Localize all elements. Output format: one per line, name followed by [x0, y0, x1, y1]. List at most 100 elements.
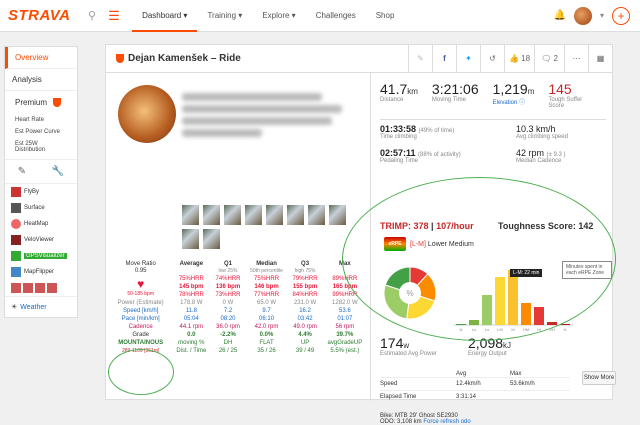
show-more-button[interactable]: Show More	[582, 371, 616, 385]
moving-label: UP	[300, 340, 310, 346]
sidebar-premium[interactable]: Premium	[5, 91, 77, 114]
gps-icon	[11, 251, 21, 261]
photo-thumbnail[interactable]	[308, 205, 325, 225]
ext-mapflipper[interactable]: MapFlipper	[5, 264, 77, 280]
nav-training-label: Training	[207, 10, 237, 20]
pace-label: Pace [min/km]	[121, 316, 160, 322]
chevron-down-icon[interactable]: ▾	[600, 11, 604, 20]
kudos-button[interactable]: 👍 18	[504, 44, 534, 73]
photo-thumbnail[interactable]	[203, 205, 220, 225]
nav-shop[interactable]: Shop	[366, 0, 405, 32]
climbing-time-pct: (49% of time)	[418, 128, 455, 134]
ext-heatmap[interactable]: HeatMap	[5, 216, 77, 232]
photo-thumbnail[interactable]	[203, 229, 220, 249]
cadence-cell: 56 rpm	[335, 324, 355, 330]
cadence-cell: 44.1 rpm	[179, 324, 204, 330]
nav-challenges[interactable]: Challenges	[306, 0, 366, 32]
nav-training[interactable]: Training ▾	[197, 0, 252, 32]
menu-icon[interactable]: ☰	[108, 8, 132, 24]
climbing-time-label: Time climbing	[380, 134, 417, 140]
cadence-stat: 42 rpm (± 9.3 ) Median Cadence	[516, 148, 606, 172]
nav-explore[interactable]: Explore ▾	[252, 0, 305, 32]
moving-label: avgGradeUP	[327, 340, 363, 346]
premium-shield-icon	[116, 54, 124, 63]
cadence-label: Median Cadence	[516, 158, 562, 164]
zone-highlight-oval	[342, 177, 616, 341]
map-thumb-icon[interactable]	[23, 283, 33, 293]
map-thumb-icon[interactable]	[11, 283, 21, 293]
pace-cell: 01:07	[337, 316, 353, 322]
suffer-score-label: Tough Suffer Score	[548, 97, 583, 109]
comment-button[interactable]: 🗨 2	[534, 44, 564, 73]
col-subheader: 50th percentile	[250, 268, 283, 274]
photo-thumbnail[interactable]	[182, 229, 199, 249]
sub-stats: 01:33:58 (49% of time) Time climbing 10.…	[380, 119, 606, 172]
twitter-share-button[interactable]: ✦	[456, 44, 480, 73]
hr-cell: 145 bpm	[179, 284, 204, 290]
move-ratio-value: 0.95	[134, 268, 147, 274]
table-cell: 3:31:14	[456, 394, 477, 400]
elevation-unit: m	[527, 87, 535, 96]
speed-cell: 11.8	[185, 308, 197, 314]
pace-cell: 03:42	[297, 316, 313, 322]
elevation-value: 1,219	[492, 81, 528, 97]
user-avatar[interactable]	[573, 6, 592, 25]
sidebar-item-heart-rate[interactable]: Heart Rate	[5, 114, 77, 126]
sun-icon: ☀	[11, 304, 18, 311]
table-cell: Speed	[380, 381, 398, 387]
photo-thumbnail[interactable]	[287, 205, 304, 225]
sidebar-item-distribution[interactable]: Est 25W Distribution	[5, 138, 77, 160]
map-thumb-icon[interactable]	[35, 283, 45, 293]
photo-thumbnail[interactable]	[245, 205, 262, 225]
athlete-avatar[interactable]	[118, 85, 176, 143]
photo-thumbnail[interactable]	[329, 205, 346, 225]
cadence-cell: 49.0 rpm	[293, 324, 317, 330]
energy-unit: kJ	[503, 341, 512, 350]
edit-button[interactable]: ✎	[408, 44, 432, 73]
speed-cell: 7.2	[223, 308, 233, 314]
sidebar-item-power-curve[interactable]: Est Power Curve	[5, 126, 77, 138]
heatmap-icon	[11, 219, 21, 229]
map-thumb-icon[interactable]	[47, 283, 57, 293]
hr-range: 50-185 bpm	[127, 291, 154, 297]
photo-thumbnail[interactable]	[182, 205, 199, 225]
facebook-share-button[interactable]: f	[432, 44, 456, 73]
photo-thumbnail[interactable]	[224, 205, 241, 225]
col-subheader: high 75%	[294, 268, 316, 274]
suffer-score-stat: 145 Tough Suffer Score	[548, 81, 596, 109]
ext-flyby[interactable]: FlyBy	[5, 184, 77, 200]
ext-gpsvisualizer[interactable]: GPSVisualizer	[5, 248, 77, 264]
speed-table: Avg Max Speed 12.4km/h 53.6km/h Elapsed …	[380, 371, 570, 403]
nav-explore-label: Explore	[262, 10, 290, 20]
climbing-time-stat: 01:33:58 (49% of time) Time climbing	[380, 124, 454, 148]
more-options-button[interactable]: ⋯	[564, 44, 588, 73]
search-icon[interactable]: ⚲	[88, 9, 96, 22]
hr-cell: 75%HRR	[254, 276, 280, 282]
nav-dashboard[interactable]: Dashboard ▾	[132, 0, 198, 32]
sidebar-item-analysis[interactable]: Analysis	[5, 69, 77, 91]
flyby-icon	[11, 187, 21, 197]
sidebar-item-weather[interactable]: ☀ Weather	[5, 296, 77, 317]
moving-value: 5.5% (est.)	[330, 348, 360, 354]
elevation-label[interactable]: Elevation ⓘ	[493, 97, 535, 106]
force-refresh-link[interactable]: Force refresh odo	[423, 419, 470, 425]
strava-logo[interactable]: STRAVA	[8, 7, 82, 24]
top-nav: STRAVA ⚲ ☰ Dashboard ▾ Training ▾ Explor…	[0, 0, 640, 32]
activity-header: Dejan Kamenšek – Ride ✎ f ✦ ↺ 👍 18 🗨 2 ⋯…	[106, 44, 612, 73]
ext-surface[interactable]: Surface	[5, 200, 77, 216]
share-icon[interactable]: ↺	[480, 44, 504, 73]
sidebar-item-overview[interactable]: Overview	[5, 47, 77, 69]
wrench-icon[interactable]: 🔧	[52, 166, 64, 177]
bike-info: Bike: MTB 29' Ghost SE2930 ODO: 3,108 km…	[380, 413, 610, 425]
ext-veloviewer[interactable]: VeloViewer	[5, 232, 77, 248]
power-cell: 178.8 W	[180, 300, 203, 306]
pencil-icon[interactable]: ✎	[18, 166, 26, 177]
plus-icon[interactable]: +	[612, 6, 630, 25]
bell-icon[interactable]: 🔔	[554, 10, 566, 21]
hr-cell: 136 bpm	[215, 284, 241, 290]
hr-cell: 146 bpm	[254, 284, 279, 290]
photo-thumbnail[interactable]	[266, 205, 283, 225]
energy-label: Energy Output	[468, 351, 507, 357]
pace-cell: 06:10	[259, 316, 275, 322]
qr-icon[interactable]: ▦	[588, 44, 612, 73]
